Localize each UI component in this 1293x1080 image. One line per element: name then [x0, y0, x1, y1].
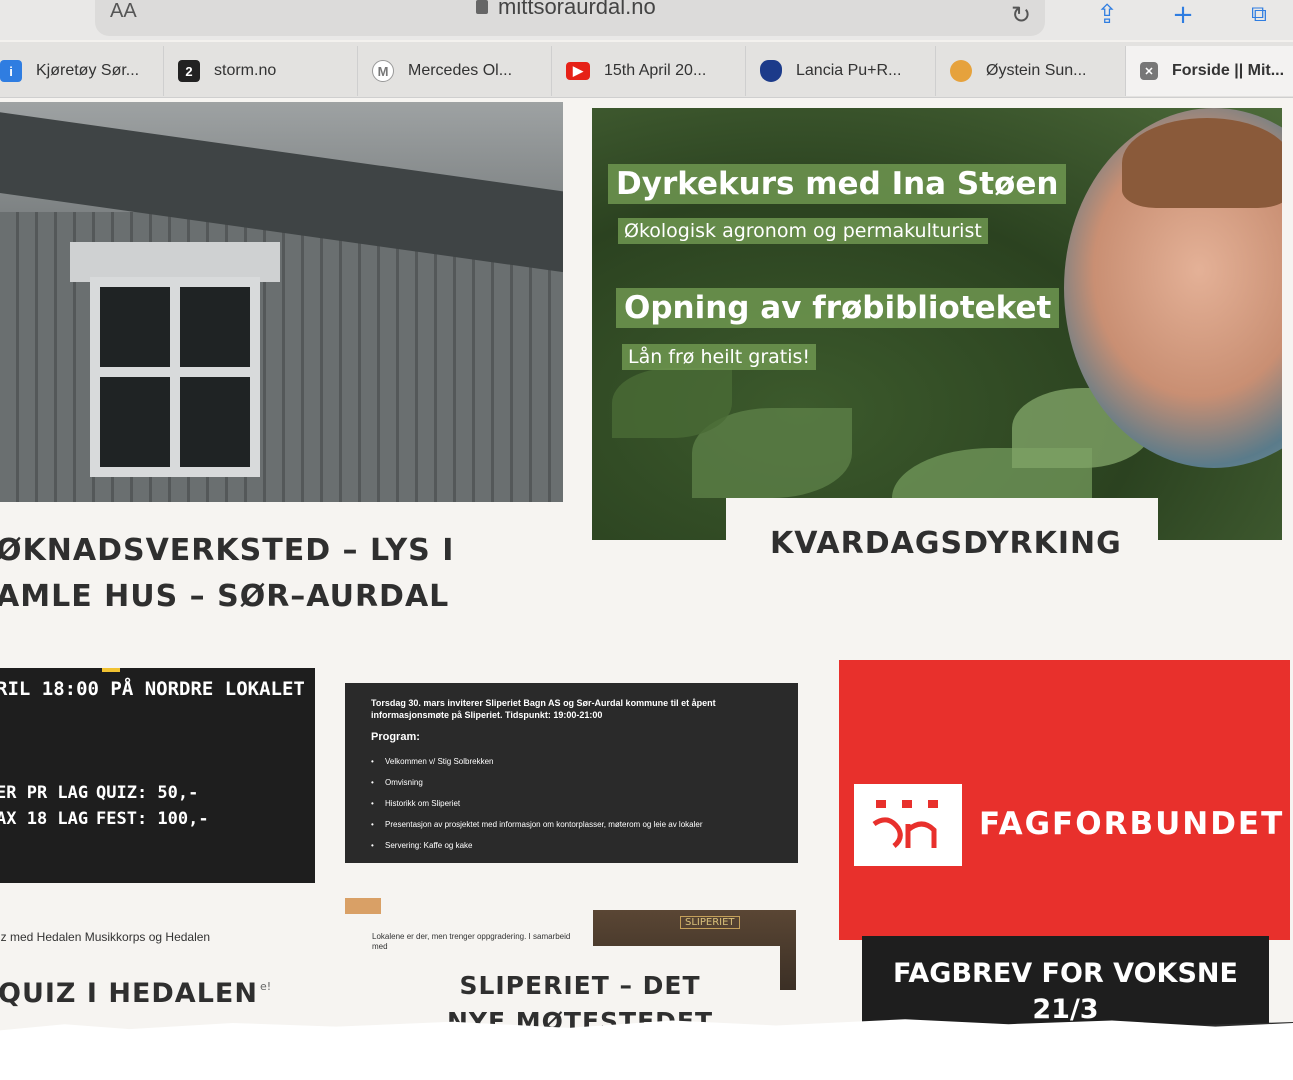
tab-youtube[interactable]: ▶ 15th April 20...	[552, 46, 746, 96]
sliperiet-sign: SLIPERIET	[680, 916, 740, 929]
page-content: ØKNADSVERKSTED – LYS I AMLE HUS – SØR–AU…	[0, 98, 1293, 1080]
house-card-title[interactable]: ØKNADSVERKSTED – LYS I AMLE HUS – SØR–AU…	[0, 528, 556, 620]
tab-lancia[interactable]: Lancia Pu+R...	[746, 46, 936, 96]
youtube-icon: ▶	[566, 62, 590, 80]
share-icon[interactable]: ⇪	[1090, 0, 1124, 34]
quiz-mark: e!	[260, 980, 272, 993]
garden-overlay-sub-2: Lån frø heilt gratis!	[622, 344, 817, 370]
lock-icon	[476, 0, 488, 14]
quiz-image[interactable]: RIL 18:00 PÅ NORDRE LOKALET ER PR LAG AX…	[0, 668, 315, 883]
torn-paper-edge	[0, 1019, 1293, 1080]
garden-card-title[interactable]: KVARDAGSDYRKING	[770, 526, 1122, 561]
sliperiet-program-list: Velkommen v/ Stig Solbrekken Omvisning H…	[371, 751, 772, 856]
quiz-description: iz med Hedalen Musikkorps og Hedalen	[0, 930, 211, 944]
fagforbundet-logo-icon	[854, 784, 962, 866]
list-item: Velkommen v/ Stig Solbrekken	[371, 751, 772, 772]
tab-kjoretoy[interactable]: i Kjøretøy Sør...	[0, 46, 164, 96]
fagforbundet-image[interactable]: FAGFORBUNDET	[839, 660, 1290, 940]
quiz-banner-line: RIL 18:00 PÅ NORDRE LOKALET	[0, 678, 305, 700]
tabs-overview-icon[interactable]: ⧉	[1242, 0, 1276, 34]
list-item: Servering: Kaffe og kake	[371, 835, 772, 856]
tab-bar: i Kjøretøy Sør... 2 storm.no M Mercedes …	[0, 42, 1293, 98]
sliperiet-program-label: Program:	[371, 731, 420, 743]
badge-icon	[950, 60, 972, 82]
house-image[interactable]	[0, 102, 563, 502]
list-item: Presentasjon av prosjektet med informasj…	[371, 814, 772, 835]
reload-icon[interactable]: ↻	[1004, 0, 1038, 34]
quiz-col-1: ER PR LAG AX 18 LAG	[0, 783, 89, 829]
garden-overlay-title-1: Dyrkekurs med Ina Støen	[608, 164, 1067, 204]
tab-oystein[interactable]: Øystein Sun...	[936, 46, 1126, 96]
browser-toolbar: AA mittsoraurdal.no ↻ ⇪ + ⧉	[0, 0, 1293, 40]
sliperiet-image[interactable]: Torsdag 30. mars inviterer Sliperiet Bag…	[345, 683, 798, 863]
garden-overlay-title-2: Opning av frøbiblioteket	[616, 288, 1060, 328]
list-item: Omvisning	[371, 772, 772, 793]
tab-storm[interactable]: 2 storm.no	[164, 46, 358, 96]
quiz-card-title[interactable]: QUIZ I HEDALEN	[0, 978, 258, 1009]
fagforbundet-logo-text: FAGFORBUNDET	[979, 806, 1285, 842]
reader-mode-button[interactable]: AA	[110, 0, 137, 23]
new-tab-icon[interactable]: +	[1166, 0, 1200, 34]
garden-overlay-sub-1: Økologisk agronom og permakulturist	[618, 218, 988, 244]
tab-mercedes[interactable]: M Mercedes Ol...	[358, 46, 552, 96]
car-favicon-icon: i	[0, 60, 22, 82]
shield-icon	[760, 60, 782, 82]
close-tab-icon[interactable]: ✕	[1140, 62, 1158, 80]
quiz-col-2: QUIZ: 50,- FEST: 100,-	[96, 783, 209, 829]
garden-image[interactable]: Dyrkekurs med Ina Støen Økologisk agrono…	[592, 108, 1282, 540]
tab-forside[interactable]: ✕ Forside || Mit...	[1126, 46, 1293, 96]
url-text[interactable]: mittsoraurdal.no	[498, 0, 656, 20]
sliperiet-intro: Torsdag 30. mars inviterer Sliperiet Bag…	[371, 698, 716, 720]
mercedes-favicon-icon: M	[372, 60, 394, 82]
list-item: Historikk om Sliperiet	[371, 793, 772, 814]
storm-favicon-icon: 2	[178, 60, 200, 82]
